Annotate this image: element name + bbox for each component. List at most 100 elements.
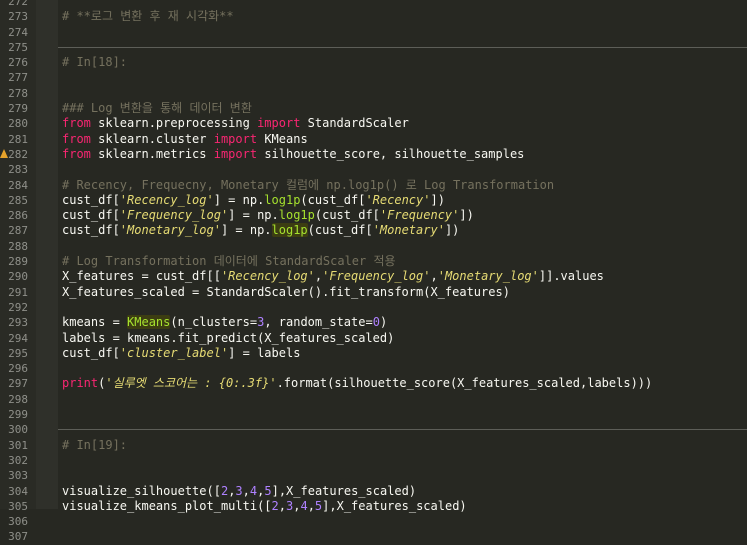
- code-line[interactable]: 274: [0, 25, 747, 40]
- code-line[interactable]: 278: [0, 86, 747, 101]
- code-line[interactable]: 282 from sklearn.metrics import silhouett…: [0, 147, 747, 162]
- line-number: 285: [8, 193, 28, 207]
- code-line[interactable]: 279 ### Log 변환을 통해 데이터 변환: [0, 101, 747, 116]
- code-text[interactable]: visualize_kmeans_plot_multi([2,3,4,5],X_…: [62, 499, 467, 514]
- code-text[interactable]: # In[18]:: [62, 55, 127, 70]
- code-text[interactable]: # Log Transformation 데이터에 StandardScaler…: [62, 254, 396, 269]
- code-line[interactable]: 272: [0, 0, 747, 9]
- code-token: cust_df[: [62, 192, 120, 207]
- line-number: 303: [8, 469, 28, 483]
- code-text[interactable]: # In[19]:: [62, 438, 127, 453]
- code-token: 'Frequency_log': [119, 208, 229, 223]
- code-token: ],X_features_scaled): [271, 483, 417, 498]
- code-line[interactable]: 296: [0, 361, 747, 376]
- code-line[interactable]: 286 cust_df['Frequency_log'] = np.log1p(c…: [0, 208, 747, 223]
- code-text[interactable]: cust_df['cluster_label'] = labels: [62, 346, 300, 361]
- code-text[interactable]: from sklearn.metrics import silhouette_s…: [62, 147, 524, 162]
- code-line[interactable]: 281 from sklearn.cluster import KMeans: [0, 132, 747, 147]
- code-line[interactable]: 299: [0, 407, 747, 422]
- code-line[interactable]: 280 from sklearn.preprocessing import Sta…: [0, 116, 747, 131]
- line-number: 306: [8, 515, 28, 529]
- code-line[interactable]: 291 X_features_scaled = StandardScaler().…: [0, 285, 747, 300]
- code-line[interactable]: 307: [0, 529, 747, 544]
- code-text[interactable]: labels = kmeans.fit_predict(X_features_s…: [62, 331, 394, 346]
- line-number: 289: [8, 255, 28, 269]
- code-text[interactable]: ### Log 변환을 통해 데이터 변환: [62, 101, 252, 116]
- code-token: # In[18]:: [62, 55, 128, 70]
- line-number: 305: [8, 499, 28, 513]
- code-text[interactable]: cust_df['Frequency_log'] = np.log1p(cust…: [62, 208, 474, 223]
- code-line[interactable]: 287 cust_df['Monetary_log'] = np.log1p(cu…: [0, 223, 747, 238]
- code-token: kmeans =: [62, 315, 128, 330]
- code-token: from: [62, 146, 91, 161]
- code-text[interactable]: from sklearn.preprocessing import Standa…: [62, 116, 409, 131]
- code-line[interactable]: 304 visualize_silhouette([2,3,4,5],X_feat…: [0, 484, 747, 499]
- code-text[interactable]: X_features = cust_df[['Recency_log','Fre…: [62, 269, 604, 284]
- code-line[interactable]: 273 # **로그 변환 후 재 시각화**: [0, 9, 747, 24]
- code-text[interactable]: # **로그 변환 후 재 시각화**: [62, 9, 234, 24]
- cell-separator: [58, 46, 747, 48]
- code-token: # **로그 변환 후 재 시각화**: [62, 9, 234, 24]
- code-line[interactable]: 300: [0, 422, 747, 437]
- code-line[interactable]: 275: [0, 40, 747, 55]
- code-line[interactable]: 294 labels = kmeans.fit_predict(X_feature…: [0, 331, 747, 346]
- code-token: ): [379, 315, 388, 330]
- code-line[interactable]: 297 print('실루엣 스코어는 : {0:.3f}'.format(sil…: [0, 376, 747, 391]
- code-token: import: [213, 146, 258, 161]
- code-token: ] = np.: [220, 223, 272, 238]
- code-token: 4: [300, 498, 308, 513]
- code-text[interactable]: print('실루엣 스코어는 : {0:.3f}'.format(silhou…: [62, 376, 652, 391]
- line-number: 278: [8, 86, 28, 100]
- cell-separator: [58, 429, 747, 431]
- line-number: 298: [8, 392, 28, 406]
- code-line[interactable]: 285 cust_df['Recency_log'] = np.log1p(cus…: [0, 193, 747, 208]
- code-text[interactable]: from sklearn.cluster import KMeans: [62, 132, 308, 147]
- code-token: 'Frequency_log': [322, 269, 431, 284]
- code-token: log1p: [271, 223, 308, 238]
- code-text[interactable]: X_features_scaled = StandardScaler().fit…: [62, 285, 510, 300]
- code-token: (cust_df[: [307, 223, 373, 238]
- code-token: 2: [271, 498, 279, 513]
- code-token: KMeans: [257, 131, 308, 146]
- code-text[interactable]: visualize_silhouette([2,3,4,5],X_feature…: [62, 484, 416, 499]
- code-line[interactable]: 292: [0, 300, 747, 315]
- code-token: , random_state=: [264, 315, 373, 330]
- line-number: 307: [8, 530, 28, 544]
- code-text[interactable]: kmeans = KMeans(n_clusters=3, random_sta…: [62, 315, 387, 330]
- code-line[interactable]: 290 X_features = cust_df[['Recency_log','…: [0, 269, 747, 284]
- code-line[interactable]: 306: [0, 514, 747, 529]
- code-line[interactable]: 305 visualize_kmeans_plot_multi([2,3,4,5]…: [0, 499, 747, 514]
- code-line[interactable]: 284 # Recency, Frequecny, Monetary 컬럼에 np…: [0, 178, 747, 193]
- line-number: 292: [8, 300, 28, 314]
- code-line[interactable]: 302: [0, 453, 747, 468]
- code-token: .format(silhouette_score(X_features_scal…: [276, 376, 653, 391]
- code-token: ]): [459, 208, 474, 223]
- code-line[interactable]: 288: [0, 239, 747, 254]
- code-line[interactable]: 295 cust_df['cluster_label'] = labels: [0, 346, 747, 361]
- code-editor[interactable]: 272 273 # **로그 변환 후 재 시각화** 274 275 276 # In[1…: [0, 0, 747, 543]
- code-token: X_features_scaled = StandardScaler().fit…: [62, 284, 510, 299]
- code-line[interactable]: 277: [0, 70, 747, 85]
- code-token: '실루엣 스코어는 : {0:.3f}': [105, 376, 277, 391]
- code-line[interactable]: 276 # In[18]:: [0, 55, 747, 70]
- code-token: ,: [307, 498, 315, 513]
- code-line[interactable]: 283: [0, 162, 747, 177]
- code-text[interactable]: # Recency, Frequecny, Monetary 컬럼에 np.lo…: [62, 178, 554, 193]
- code-token: cust_df[: [62, 223, 120, 238]
- code-token: 0: [372, 315, 380, 330]
- code-text[interactable]: cust_df['Monetary_log'] = np.log1p(cust_…: [62, 223, 459, 238]
- line-number: 280: [8, 117, 28, 131]
- code-line[interactable]: 301 # In[19]:: [0, 438, 747, 453]
- code-line[interactable]: 303: [0, 468, 747, 483]
- code-token: StandardScaler: [300, 116, 409, 131]
- code-token: 'Monetary': [372, 223, 445, 238]
- line-number: 291: [8, 285, 28, 299]
- code-token: log1p: [278, 208, 315, 223]
- code-line[interactable]: 298: [0, 392, 747, 407]
- code-token: ,: [242, 483, 250, 498]
- code-lines[interactable]: 272 273 # **로그 변환 후 재 시각화** 274 275 276 # In[1…: [0, 0, 747, 545]
- code-line[interactable]: 293 kmeans = KMeans(n_clusters=3, random_…: [0, 315, 747, 330]
- code-token: ,: [430, 269, 438, 284]
- code-line[interactable]: 289 # Log Transformation 데이터에 StandardSca…: [0, 254, 747, 269]
- code-text[interactable]: cust_df['Recency_log'] = np.log1p(cust_d…: [62, 193, 445, 208]
